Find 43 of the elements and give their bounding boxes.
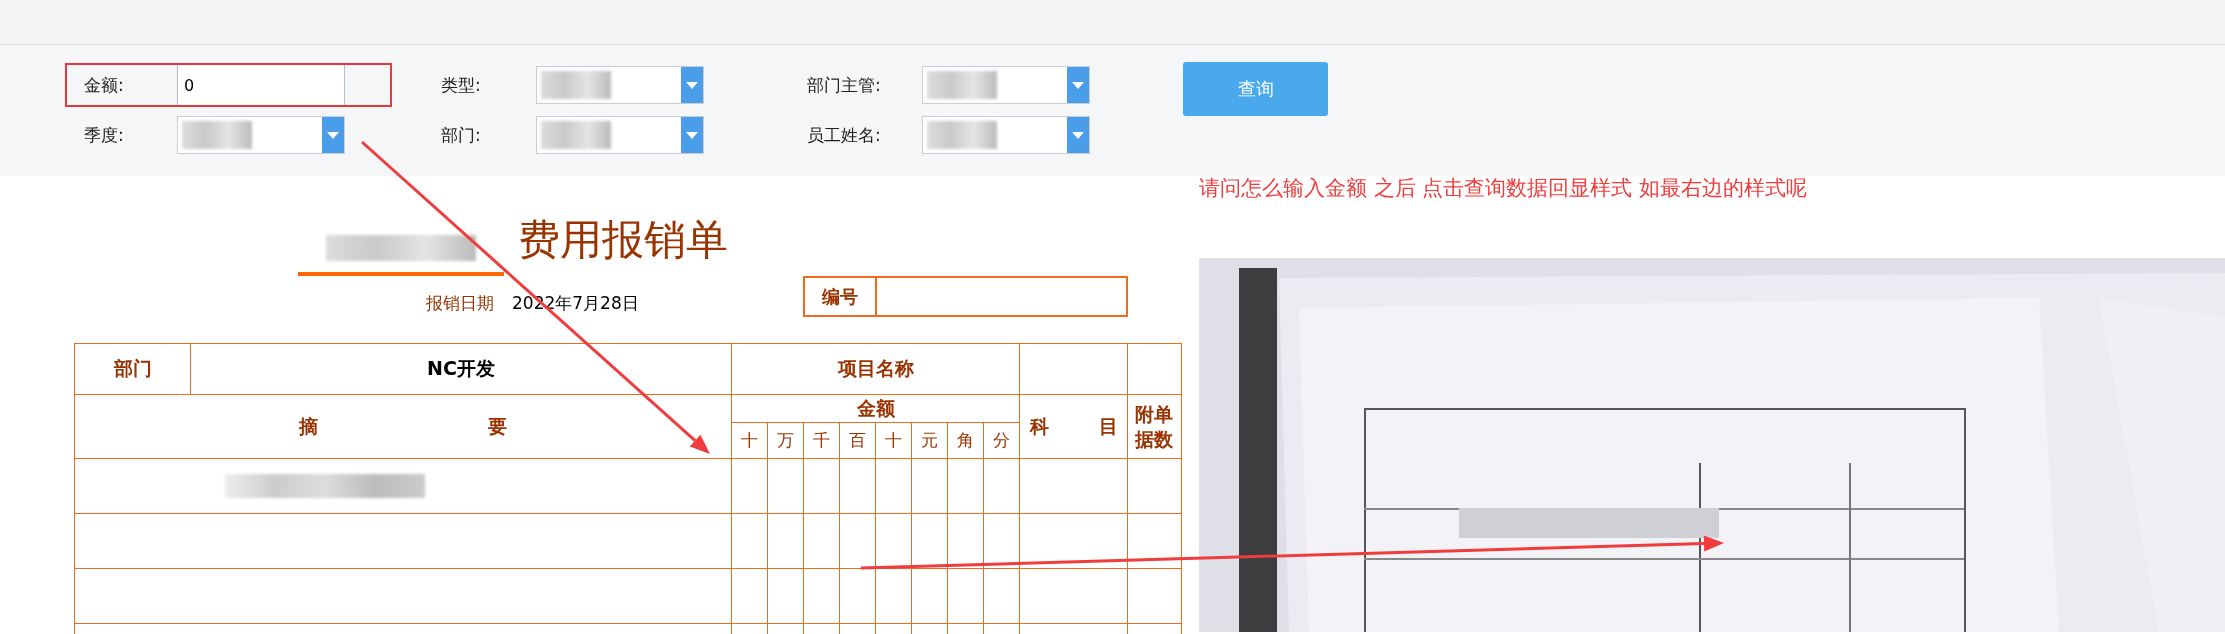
digit-header: 元	[921, 430, 938, 450]
table-header: 金额	[856, 396, 895, 419]
dropdown-field[interactable]	[922, 66, 1090, 104]
field-label: 季度:	[83, 123, 125, 147]
digit-header: 万	[777, 430, 794, 450]
field-label: 类型:	[441, 73, 482, 97]
caret-icon	[1072, 81, 1084, 89]
caret-icon	[686, 81, 698, 89]
digit-header: 十	[741, 430, 758, 450]
dropdown-field[interactable]	[922, 116, 1090, 154]
date-label: 报销日期	[426, 292, 494, 315]
caret-icon	[1072, 131, 1084, 139]
table-header: 目	[1098, 413, 1118, 439]
table-header: 要	[488, 413, 507, 439]
blurred-value	[927, 121, 997, 149]
table-header: 项目名称	[837, 357, 914, 379]
number-label: 编号	[822, 284, 858, 309]
digit-header: 百	[849, 430, 866, 450]
caret-icon	[686, 131, 698, 139]
department-value: NC开发	[427, 357, 495, 379]
field-label: 部门主管:	[807, 73, 882, 97]
amount-field[interactable]: 0	[177, 65, 345, 105]
field-label: 部门:	[441, 123, 482, 147]
table-header: 部门	[113, 357, 152, 379]
blurred-value	[541, 71, 611, 99]
annotation-text: 请问怎么输入金额 之后 点击查询数据回显样式 如最右边的样式呢	[1199, 175, 1808, 202]
blurred-value	[541, 121, 611, 149]
blurred-value	[182, 121, 252, 149]
form-title: 费用报销单	[518, 214, 728, 266]
dropdown-field[interactable]	[536, 66, 704, 104]
caret-icon	[327, 131, 339, 139]
table-header: 摘	[299, 413, 318, 439]
table-header: 附单据数	[1134, 401, 1175, 452]
field-label: 金额:	[83, 73, 125, 97]
digit-header: 十	[885, 430, 902, 450]
dropdown-field[interactable]	[177, 116, 345, 154]
dropdown-field[interactable]	[536, 116, 704, 154]
digit-header: 分	[993, 430, 1010, 450]
digit-header: 角	[957, 430, 974, 450]
table-header: 科	[1029, 413, 1049, 439]
blurred-value	[927, 71, 997, 99]
digit-header: 千	[813, 430, 830, 450]
field-label: 员工姓名:	[807, 123, 882, 147]
